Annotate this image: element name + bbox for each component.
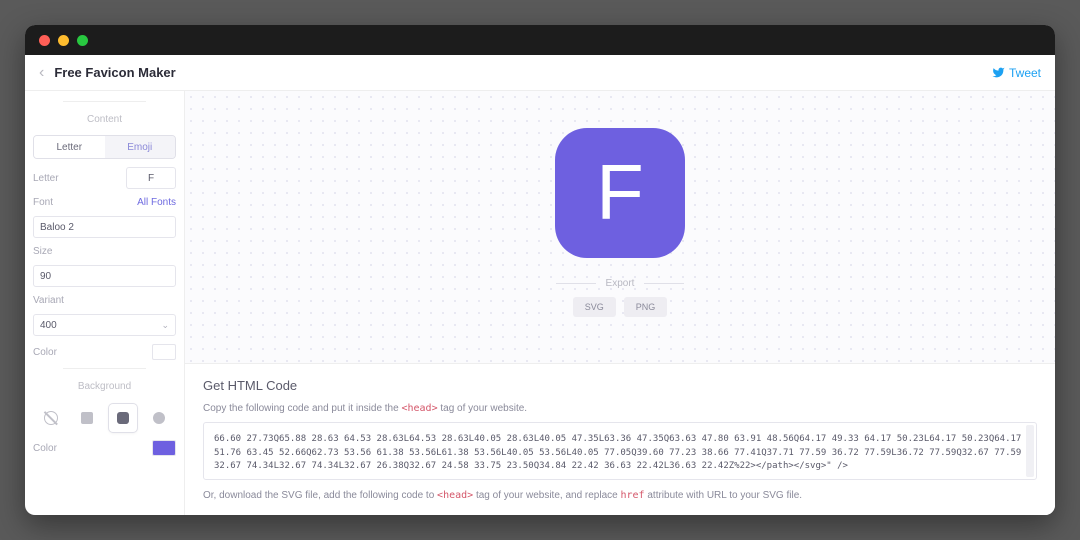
preview-area: F Export SVG PNG [185,91,1055,363]
background-shape-picker [33,404,176,432]
twitter-icon [992,66,1005,79]
export-png-button[interactable]: PNG [624,297,668,317]
font-input[interactable]: Baloo 2 [33,216,176,238]
app-window: ‹ Free Favicon Maker Tweet Content Lette… [25,25,1055,515]
code-section-title: Get HTML Code [203,378,1037,393]
close-icon[interactable] [39,35,50,46]
size-input[interactable]: 90 [33,265,176,287]
export-svg-button[interactable]: SVG [573,297,616,317]
font-color-label: Color [33,347,57,358]
page-title: Free Favicon Maker [54,65,175,80]
minimize-icon[interactable] [58,35,69,46]
bg-color-label: Color [33,443,57,454]
shape-none-button[interactable] [37,404,65,432]
header: ‹ Free Favicon Maker Tweet [25,55,1055,91]
font-label: Font [33,197,53,208]
tweet-button[interactable]: Tweet [992,66,1041,80]
variant-label: Variant [33,295,176,306]
shape-square-button[interactable] [73,404,101,432]
export-label: Export [606,278,635,289]
titlebar [25,25,1055,55]
size-label: Size [33,246,176,257]
code-section: Get HTML Code Copy the following code an… [185,363,1055,515]
code-description-alt: Or, download the SVG file, add the follo… [203,490,1037,501]
main-panel: F Export SVG PNG Get HTML Code Copy the … [185,91,1055,515]
back-button[interactable]: ‹ [39,64,44,82]
code-description: Copy the following code and put it insid… [203,403,1037,414]
content-type-tabs: Letter Emoji [33,135,176,159]
letter-input[interactable]: F [126,167,176,189]
maximize-icon[interactable] [77,35,88,46]
bg-color-swatch[interactable] [152,440,176,456]
font-color-swatch[interactable] [152,344,176,360]
head-tag: <head> [401,403,437,414]
code-textarea[interactable]: 66.60 27.73Q65.88 28.63 64.53 28.63L64.5… [203,422,1037,480]
content-section-label: Content [33,114,176,125]
tweet-label: Tweet [1009,66,1041,80]
code-snippet: 66.60 27.73Q65.88 28.63 64.53 28.63L64.5… [214,433,1026,474]
variant-select[interactable]: 400 ⌄ [33,314,176,336]
tab-letter[interactable]: Letter [34,136,105,158]
allfonts-link[interactable]: All Fonts [137,197,176,208]
favicon-preview: F [555,128,685,258]
chevron-down-icon: ⌄ [161,320,169,331]
shape-rounded-button[interactable] [109,404,137,432]
letter-label: Letter [33,173,59,184]
shape-circle-button[interactable] [145,404,173,432]
background-section-label: Background [33,381,176,392]
tab-emoji[interactable]: Emoji [105,136,176,158]
content-area: Content Letter Emoji Letter F Font All F… [25,91,1055,515]
sidebar: Content Letter Emoji Letter F Font All F… [25,91,185,515]
